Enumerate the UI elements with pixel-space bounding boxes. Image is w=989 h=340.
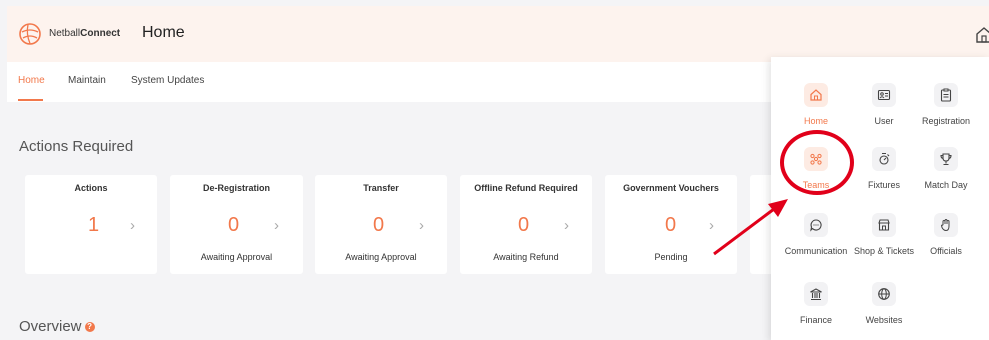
app-switcher-menu: Home User Registration Teams Fixtures Ma… (771, 57, 989, 340)
chevron-right-icon[interactable]: › (130, 217, 135, 234)
bank-icon (804, 282, 828, 306)
chevron-right-icon[interactable]: › (564, 217, 569, 234)
brand-name: NetballConnect (49, 28, 121, 39)
action-card-transfer[interactable]: Transfer 0 › Awaiting Approval (315, 175, 447, 274)
help-icon[interactable]: ? (84, 322, 95, 333)
card-value: 0 (518, 214, 530, 236)
card-subtitle: Awaiting Approval (200, 252, 273, 262)
card-subtitle: Awaiting Refund (493, 252, 559, 262)
chevron-right-icon[interactable]: › (419, 217, 424, 234)
menu-item-registration[interactable]: Registration (905, 83, 987, 139)
chat-icon (804, 213, 828, 237)
card-title: Offline Refund Required (474, 183, 578, 193)
shop-icon (872, 213, 896, 237)
menu-item-officials[interactable]: Officials (905, 213, 987, 269)
card-subtitle: Awaiting Approval (345, 252, 417, 262)
globe-icon (872, 282, 896, 306)
card-value: 1 (88, 214, 100, 236)
tab-system-updates[interactable]: System Updates (131, 75, 204, 86)
annotation-arrow-icon (713, 199, 788, 256)
card-value: 0 (373, 214, 385, 236)
clipboard-icon (934, 83, 958, 107)
tab-home[interactable]: Home (18, 75, 45, 86)
action-card-actions[interactable]: Actions 1 › (25, 175, 157, 274)
menu-item-label: Officials (930, 246, 962, 256)
tab-maintain[interactable]: Maintain (68, 75, 106, 86)
fixtures-icon (872, 147, 896, 171)
menu-item-label: Websites (865, 315, 903, 325)
home-icon (804, 83, 828, 107)
action-card-de-registration[interactable]: De-Registration 0 › Awaiting Approval (170, 175, 303, 274)
card-title: De-Registration (202, 183, 270, 193)
hand-icon (934, 213, 958, 237)
actions-required-heading: Actions Required (19, 138, 134, 155)
netball-logo-icon[interactable] (19, 23, 41, 45)
menu-item-websites[interactable]: Websites (843, 282, 925, 338)
page-title: Home (142, 24, 185, 41)
card-title: Actions (74, 183, 108, 193)
id-card-icon (872, 83, 896, 107)
annotation-circle (780, 130, 854, 195)
menu-item-label: Match Day (924, 180, 968, 190)
sub-navigation: Home Maintain System Updates (7, 62, 772, 102)
menu-item-match-day[interactable]: Match Day (905, 147, 987, 203)
home-menu-icon[interactable] (974, 25, 989, 45)
active-tab-indicator (18, 99, 43, 101)
chevron-right-icon[interactable]: › (274, 217, 279, 234)
card-value: 0 (665, 214, 677, 236)
card-value: 0 (228, 214, 240, 236)
card-title: Transfer (363, 183, 399, 193)
top-header: NetballConnect Home (7, 6, 989, 62)
menu-item-label: Registration (921, 116, 971, 126)
trophy-icon (934, 147, 958, 171)
action-card-offline-refund[interactable]: Offline Refund Required 0 › Awaiting Ref… (460, 175, 592, 274)
overview-heading: Overview? (19, 318, 95, 335)
